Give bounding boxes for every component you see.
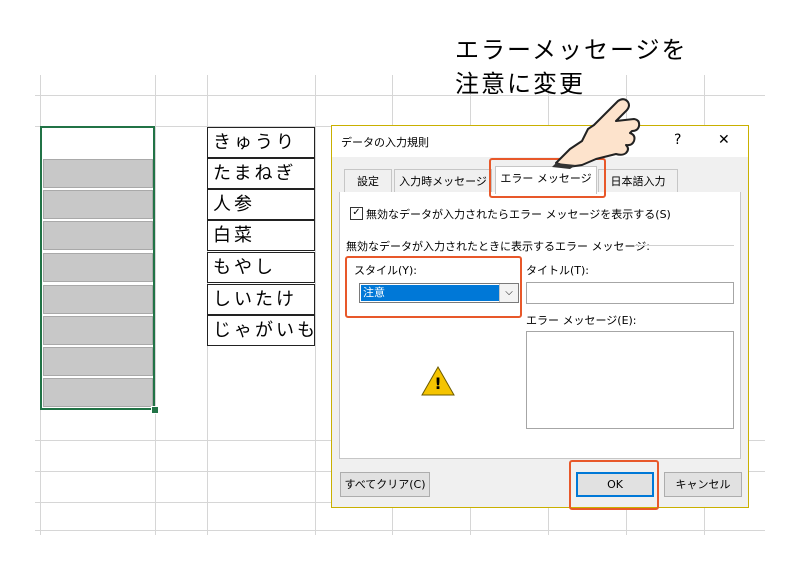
section-label: 無効なデータが入力されたときに表示するエラー メッセージ: bbox=[346, 240, 650, 253]
list-item[interactable]: きゅうり bbox=[207, 127, 315, 158]
dialog-title: データの入力規則 bbox=[341, 136, 429, 149]
list-item[interactable]: しいたけ bbox=[207, 284, 315, 315]
show-error-checkbox[interactable]: ✓ bbox=[350, 207, 363, 220]
list-item[interactable]: じゃがいも bbox=[207, 315, 315, 346]
selection-border bbox=[40, 126, 155, 410]
ok-highlight bbox=[569, 460, 659, 510]
list-item[interactable]: もやし bbox=[207, 252, 315, 283]
fill-handle[interactable] bbox=[151, 406, 159, 414]
error-message-textarea[interactable] bbox=[526, 331, 734, 429]
warning-icon-glyph: ! bbox=[434, 374, 442, 393]
show-error-label: 無効なデータが入力されたらエラー メッセージを表示する(S) bbox=[366, 208, 671, 221]
style-highlight bbox=[345, 256, 522, 318]
error-message-label: エラー メッセージ(E): bbox=[526, 314, 637, 327]
tab-input-message[interactable]: 入力時メッセージ bbox=[394, 169, 492, 192]
tab-japanese-input[interactable]: 日本語入力 bbox=[598, 169, 678, 192]
title-input[interactable] bbox=[526, 282, 734, 304]
list-item[interactable]: たまねぎ bbox=[207, 158, 315, 189]
help-button[interactable]: ? bbox=[674, 132, 681, 148]
close-button[interactable]: ✕ bbox=[718, 132, 730, 148]
warning-icon: ! bbox=[420, 365, 456, 397]
list-item[interactable]: 人参 bbox=[207, 189, 315, 220]
tab-settings[interactable]: 設定 bbox=[344, 169, 392, 192]
dialog-titlebar[interactable]: データの入力規則 ? ✕ bbox=[332, 126, 748, 157]
annotation-line-1: エラーメッセージを bbox=[455, 36, 688, 64]
cancel-button[interactable]: キャンセル bbox=[664, 472, 742, 497]
divider bbox=[634, 245, 734, 246]
clear-all-button[interactable]: すべてクリア(C) bbox=[340, 472, 430, 497]
pointing-hand-icon bbox=[548, 93, 644, 169]
tab-panel: ✓ 無効なデータが入力されたらエラー メッセージを表示する(S) 無効なデータが… bbox=[339, 192, 741, 459]
title-label: タイトル(T): bbox=[526, 264, 590, 277]
list-item[interactable]: 白菜 bbox=[207, 220, 315, 251]
